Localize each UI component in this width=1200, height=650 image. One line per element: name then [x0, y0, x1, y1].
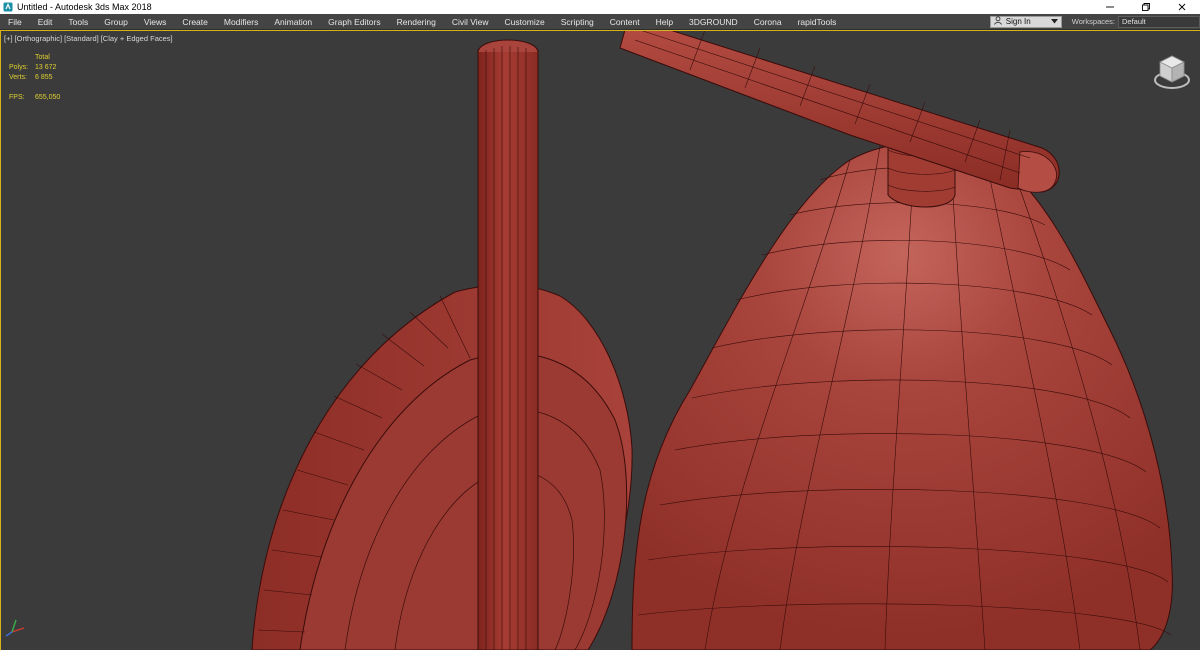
- perspective-viewport[interactable]: [+] [Orthographic] [Standard] [Clay + Ed…: [0, 30, 1200, 650]
- menu-file[interactable]: File: [0, 14, 30, 29]
- viewport-point-of-view[interactable]: [Orthographic]: [15, 34, 63, 43]
- title-bar: Untitled - Autodesk 3ds Max 2018: [0, 0, 1200, 14]
- axis-tripod-icon: [5, 619, 25, 637]
- fps-value: 655,050: [35, 94, 61, 101]
- menu-graph-editors[interactable]: Graph Editors: [320, 14, 388, 29]
- menu-edit[interactable]: Edit: [30, 14, 61, 29]
- menu-tools[interactable]: Tools: [60, 14, 96, 29]
- close-icon[interactable]: [1164, 0, 1200, 14]
- menu-civil-view[interactable]: Civil View: [444, 14, 497, 29]
- viewport-statistics: Total Polys: 13 672 Verts: 6 855 FPS: 655,0…: [9, 53, 60, 103]
- menu-corona[interactable]: Corona: [746, 14, 790, 29]
- menu-rapidtools[interactable]: rapidTools: [790, 14, 845, 29]
- polys-label: Polys:: [9, 64, 29, 71]
- user-icon: [993, 16, 1002, 27]
- sign-in-label: Sign In: [1005, 17, 1031, 26]
- app-window: Untitled - Autodesk 3ds Max 2018 File Ed…: [0, 0, 1200, 650]
- menu-scripting[interactable]: Scripting: [553, 14, 602, 29]
- workspaces-select[interactable]: Default: [1118, 15, 1200, 28]
- pole-object[interactable]: [477, 39, 539, 650]
- viewport-menu-plus[interactable]: [+]: [4, 34, 13, 43]
- bell-shade-object[interactable]: [631, 133, 1173, 650]
- verts-label: Verts:: [9, 74, 27, 81]
- disc-object[interactable]: [251, 284, 633, 650]
- stats-header: Total: [35, 54, 50, 61]
- workspaces-label: Workspaces:: [1071, 17, 1115, 26]
- window-title: Untitled - Autodesk 3ds Max 2018: [17, 2, 152, 12]
- workspaces-value: Default: [1122, 17, 1146, 26]
- scene-canvas[interactable]: [0, 30, 1200, 650]
- menu-help[interactable]: Help: [648, 14, 681, 29]
- minimize-icon[interactable]: [1092, 0, 1128, 14]
- menu-bar: File Edit Tools Group Views Create Modif…: [0, 14, 1200, 30]
- viewport-labels: [+] [Orthographic] [Standard] [Clay + Ed…: [4, 34, 173, 43]
- restore-icon[interactable]: [1128, 0, 1164, 14]
- fps-label: FPS:: [9, 94, 25, 101]
- menu-customize[interactable]: Customize: [497, 14, 553, 29]
- 3dsmax-icon: [3, 2, 13, 12]
- menu-create[interactable]: Create: [174, 14, 216, 29]
- menu-views[interactable]: Views: [136, 14, 175, 29]
- verts-value: 6 855: [35, 74, 53, 81]
- menu-modifiers[interactable]: Modifiers: [216, 14, 266, 29]
- chevron-down-icon: [1050, 17, 1058, 26]
- menu-content[interactable]: Content: [602, 14, 648, 29]
- viewport-shading-standard[interactable]: [Standard]: [64, 34, 99, 43]
- menu-3dground[interactable]: 3DGROUND: [681, 14, 746, 29]
- sign-in-dropdown[interactable]: Sign In: [989, 15, 1062, 28]
- menu-group[interactable]: Group: [96, 14, 136, 29]
- menu-rendering[interactable]: Rendering: [389, 14, 444, 29]
- menu-animation[interactable]: Animation: [266, 14, 320, 29]
- viewport-display-mode[interactable]: [Clay + Edged Faces]: [101, 34, 173, 43]
- viewcube-icon[interactable]: [1152, 50, 1192, 94]
- polys-value: 13 672: [35, 64, 57, 71]
